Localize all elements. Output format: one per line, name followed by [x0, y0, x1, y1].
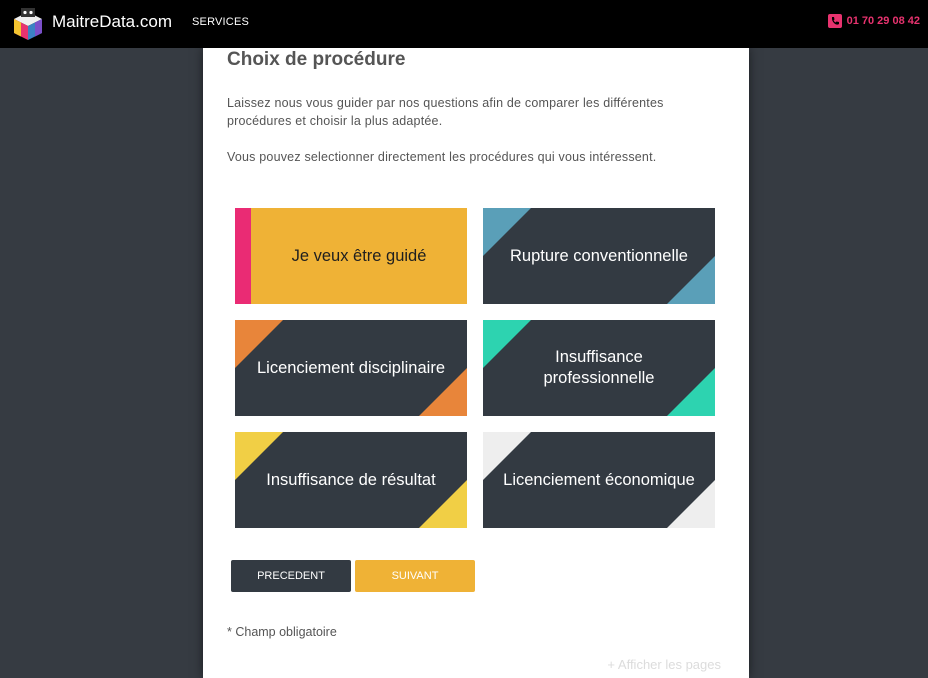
- next-button[interactable]: SUIVANT: [355, 560, 475, 592]
- brand-name[interactable]: MaitreData.com: [52, 12, 172, 32]
- option-label: Insuffisance de résultat: [266, 470, 436, 489]
- option-insuffisance-professionnelle[interactable]: Insuffisance professionnelle: [483, 320, 715, 416]
- show-pages-link[interactable]: + Afficher les pages: [607, 657, 721, 672]
- phone-contact[interactable]: 01 70 29 08 42: [827, 14, 920, 28]
- option-insuffisance-de-resultat[interactable]: Insuffisance de résultat: [235, 432, 467, 528]
- option-licenciement-economique[interactable]: Licenciement économique: [483, 432, 715, 528]
- option-label: Rupture conventionnelle: [510, 246, 688, 265]
- phone-icon: [827, 14, 842, 28]
- option-licenciement-disciplinaire[interactable]: Licenciement disciplinaire: [235, 320, 467, 416]
- top-bar: MaitreData.com SERVICES 01 70 29 08 42: [0, 0, 928, 48]
- intro-text-2: Vous pouvez selectionner directement les…: [227, 150, 657, 164]
- cube-logo-icon[interactable]: [10, 6, 46, 42]
- option-je-veux-etre-guide[interactable]: Je veux être guidé: [235, 208, 467, 304]
- nav-services-link[interactable]: SERVICES: [192, 16, 249, 28]
- option-rupture-conventionnelle[interactable]: Rupture conventionnelle: [483, 208, 715, 304]
- phone-number: 01 70 29 08 42: [846, 15, 920, 27]
- option-label: Insuffisance professionnelle: [543, 348, 655, 387]
- previous-button[interactable]: PRECEDENT: [231, 560, 351, 592]
- required-field-note: * Champ obligatoire: [227, 625, 337, 639]
- page-title: Choix de procédure: [227, 49, 406, 70]
- procedure-panel: Choix de procédure Laissez nous vous gui…: [203, 48, 749, 678]
- option-label: Licenciement disciplinaire: [256, 358, 445, 377]
- option-label: Licenciement économique: [503, 470, 695, 489]
- option-label: Je veux être guidé: [291, 246, 427, 265]
- intro-text: Laissez nous vous guider par nos questio…: [227, 96, 664, 128]
